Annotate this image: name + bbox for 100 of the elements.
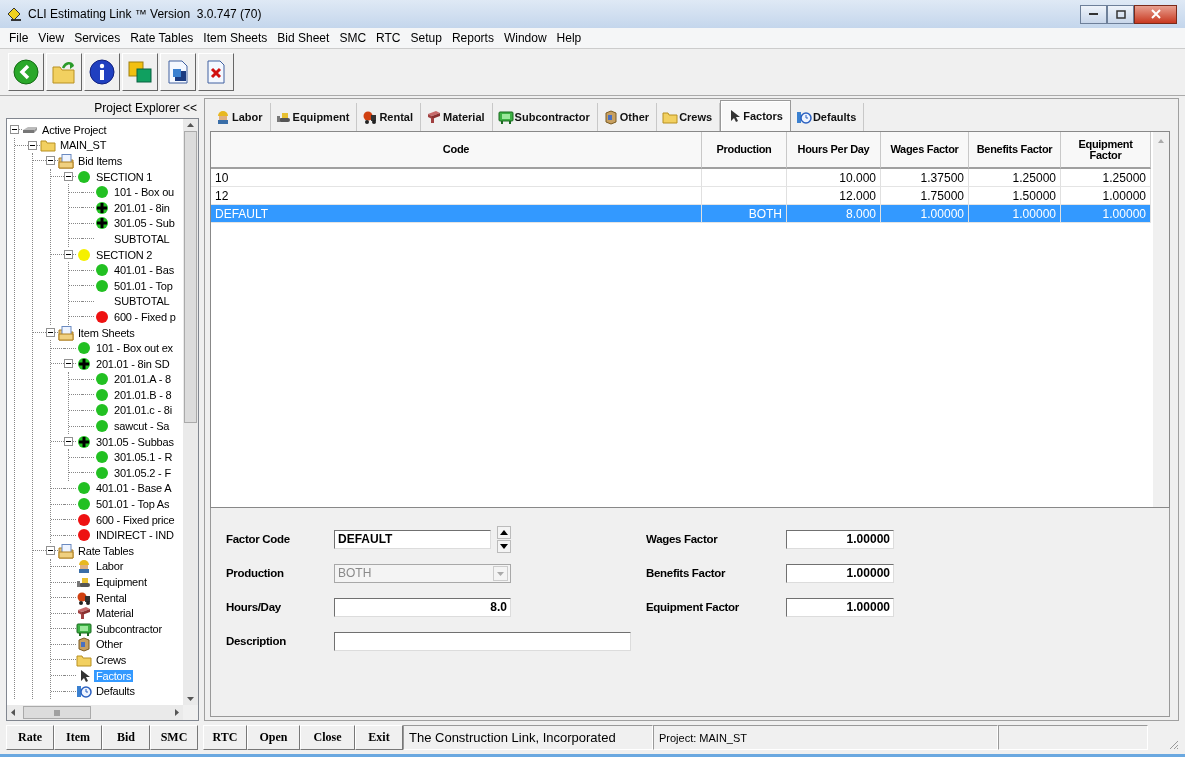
- menu-item[interactable]: SMC: [334, 31, 372, 45]
- tree-item[interactable]: Rate Tables: [76, 544, 136, 557]
- tree-item[interactable]: Defaults: [94, 685, 137, 698]
- beam-icon: [426, 109, 443, 125]
- table-cell: 1.25000: [969, 169, 1061, 187]
- menu-item[interactable]: View: [33, 31, 70, 45]
- input-field[interactable]: [334, 631, 631, 651]
- folder-icon: [40, 137, 56, 154]
- tree-item[interactable]: 501.01 - Top: [112, 279, 175, 292]
- tree-item[interactable]: 201.01 - 8in: [112, 201, 172, 214]
- tree-item[interactable]: Material: [94, 607, 136, 620]
- column-header[interactable]: Wages Factor: [881, 132, 969, 169]
- column-header[interactable]: Production: [702, 132, 787, 169]
- input-field[interactable]: 1.00000: [786, 563, 894, 583]
- menu-item[interactable]: Services: [69, 31, 126, 45]
- tree-item[interactable]: 201.01.A - 8: [112, 373, 173, 386]
- tree-item[interactable]: SUBTOTAL: [112, 232, 172, 245]
- minimize-button[interactable]: [1080, 4, 1107, 24]
- column-header[interactable]: Benefits Factor: [969, 132, 1061, 169]
- status-dot-icon: [76, 480, 92, 497]
- tree-item[interactable]: 201.01.B - 8: [112, 388, 174, 401]
- tree-item[interactable]: Equipment: [94, 576, 149, 588]
- tree-item[interactable]: Labor: [94, 560, 126, 573]
- table-row[interactable]: 10 10.000 1.37500 1.25000 1.25000: [211, 169, 1151, 187]
- tree-item[interactable]: MAIN_ST: [58, 139, 109, 152]
- tree-item[interactable]: SUBTOTAL: [112, 295, 172, 308]
- tree-item[interactable]: Bid Items: [76, 155, 125, 167]
- table-cell: 1.37500: [881, 169, 969, 187]
- toolbar-button[interactable]: [198, 53, 234, 91]
- menu-item[interactable]: Reports: [446, 31, 499, 45]
- tree-item[interactable]: 301.05 - Sub: [112, 217, 177, 230]
- tree-item[interactable]: SECTION 2: [94, 248, 155, 261]
- tree-item[interactable]: INDIRECT - IND: [94, 529, 176, 542]
- close-button[interactable]: [1134, 4, 1177, 24]
- maximize-button[interactable]: [1107, 4, 1134, 24]
- tree-item[interactable]: Item Sheets: [76, 326, 137, 339]
- tree-item[interactable]: 101 - Box out ex: [94, 342, 175, 355]
- tab[interactable]: Factors: [720, 100, 791, 131]
- toolbar-button[interactable]: [84, 53, 120, 91]
- tree-item[interactable]: 301.05.2 - F: [112, 466, 173, 479]
- menu-item[interactable]: RTC: [371, 31, 406, 45]
- command-button[interactable]: Close: [300, 725, 355, 750]
- menu-item[interactable]: Window: [498, 31, 552, 45]
- column-header[interactable]: Equipment Factor: [1061, 132, 1151, 169]
- nav-button[interactable]: SMC: [150, 725, 198, 750]
- column-header[interactable]: Hours Per Day: [787, 132, 881, 169]
- menu-item[interactable]: File: [4, 31, 34, 45]
- tree-item[interactable]: 401.01 - Base A: [94, 482, 174, 495]
- command-button[interactable]: Open: [247, 725, 300, 750]
- menu-item[interactable]: Item Sheets: [198, 31, 273, 45]
- input-field[interactable]: 8.0: [334, 597, 511, 617]
- column-header[interactable]: Code: [211, 132, 702, 169]
- toolbar-button[interactable]: [160, 53, 196, 91]
- status-dot-icon: [94, 308, 110, 325]
- scrollbar-thumb[interactable]: [23, 706, 91, 719]
- table-cell: 10: [211, 169, 702, 187]
- collapse-icon[interactable]: [64, 172, 73, 182]
- tree-item[interactable]: sawcut - Sa: [112, 420, 172, 433]
- command-button[interactable]: Exit: [355, 725, 403, 750]
- collapse-icon[interactable]: [46, 546, 55, 556]
- nav-button[interactable]: Bid: [102, 725, 150, 750]
- menu-item[interactable]: Setup: [405, 31, 447, 45]
- collapse-icon[interactable]: [64, 437, 73, 447]
- menu-item[interactable]: Rate Tables: [125, 31, 199, 45]
- folder-icon: [76, 652, 92, 668]
- input-field[interactable]: 1.00000: [786, 597, 894, 617]
- toolbar-button[interactable]: [122, 53, 158, 91]
- nav-button[interactable]: Item: [54, 725, 102, 750]
- tree-item[interactable]: Other: [94, 638, 125, 651]
- collapse-icon[interactable]: [64, 250, 73, 260]
- input-field[interactable]: 1.00000: [786, 529, 894, 549]
- command-button[interactable]: RTC: [203, 725, 247, 750]
- tree-item[interactable]: 101 - Box ou: [112, 186, 176, 199]
- collapse-icon[interactable]: [64, 359, 73, 369]
- tree-item[interactable]: 301.05 - Subbas: [94, 435, 176, 448]
- collapse-icon[interactable]: [46, 328, 55, 337]
- field-label: Wages Factor: [646, 533, 719, 545]
- tree-item[interactable]: 401.01 - Bas: [112, 264, 176, 277]
- tree-item[interactable]: Active Project: [40, 123, 109, 136]
- tree-item[interactable]: Rental: [94, 591, 129, 604]
- table-cell: 8.000: [787, 205, 881, 223]
- tree-item[interactable]: 201.01.c - 8i: [112, 404, 174, 417]
- toolbar-button[interactable]: [46, 53, 82, 91]
- tree-item[interactable]: 201.01 - 8in SD: [94, 357, 172, 370]
- input-field[interactable]: DEFAULT: [334, 529, 491, 549]
- collapse-icon[interactable]: [10, 125, 19, 135]
- tree-item[interactable]: Crews: [94, 654, 129, 666]
- tree-item[interactable]: Subcontractor: [94, 622, 164, 635]
- menu-item[interactable]: Help: [551, 31, 587, 45]
- tree-item[interactable]: 501.01 - Top As: [94, 498, 172, 511]
- tree-item[interactable]: 301.05.1 - R: [112, 451, 175, 464]
- collapse-icon[interactable]: [28, 140, 37, 150]
- scrollbar-thumb[interactable]: [184, 131, 197, 423]
- collapse-icon[interactable]: [46, 156, 55, 166]
- toolbar-button[interactable]: [8, 53, 44, 91]
- tree-item[interactable]: 600 - Fixed price: [94, 513, 177, 526]
- tree-item[interactable]: 600 - Fixed p: [112, 310, 178, 323]
- nav-button[interactable]: Rate: [6, 725, 54, 750]
- tree-item[interactable]: SECTION 1: [94, 170, 155, 183]
- menu-item[interactable]: Bid Sheet: [272, 31, 335, 45]
